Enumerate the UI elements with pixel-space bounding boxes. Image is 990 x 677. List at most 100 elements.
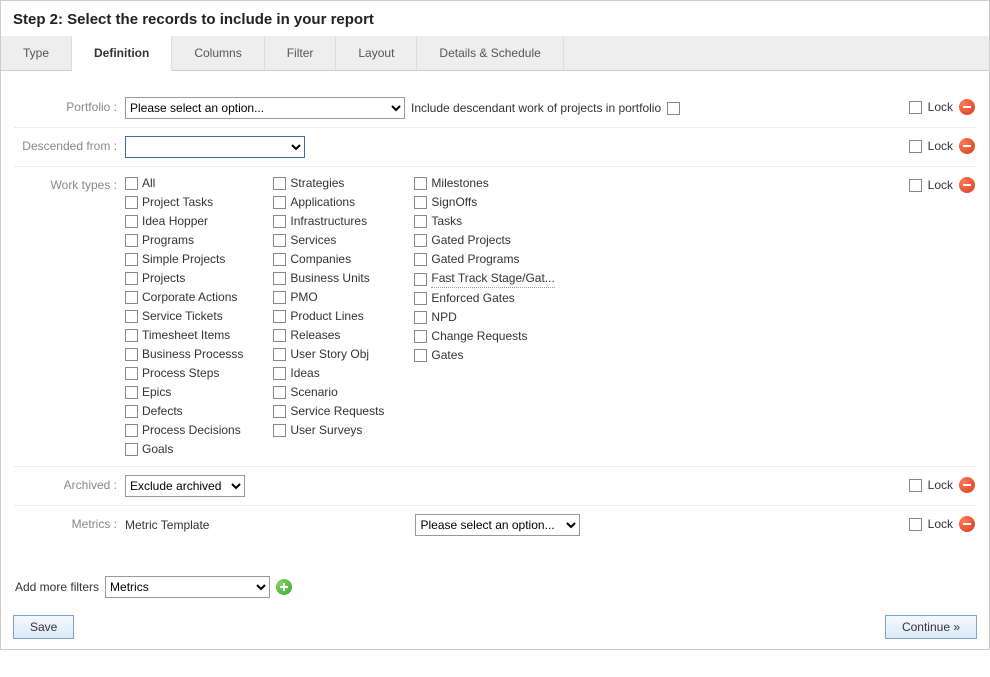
worktype-label: Enforced Gates bbox=[431, 290, 514, 307]
worktype-item: Gated Programs bbox=[414, 251, 554, 268]
lock-descended-label: Lock bbox=[928, 139, 953, 153]
tab-details-schedule[interactable]: Details & Schedule bbox=[417, 36, 563, 70]
label-worktypes: Work types : bbox=[15, 175, 125, 192]
worktype-checkbox[interactable] bbox=[273, 234, 286, 247]
add-filter-bar: Add more filters Metrics bbox=[1, 552, 989, 606]
worktype-checkbox[interactable] bbox=[125, 329, 138, 342]
worktype-checkbox[interactable] bbox=[414, 330, 427, 343]
worktype-checkbox[interactable] bbox=[125, 386, 138, 399]
include-descendant-checkbox[interactable] bbox=[667, 102, 680, 115]
add-filter-label: Add more filters bbox=[15, 580, 99, 594]
worktype-item: Corporate Actions bbox=[125, 289, 243, 306]
worktype-checkbox[interactable] bbox=[125, 272, 138, 285]
lock-descended-checkbox[interactable] bbox=[909, 140, 922, 153]
worktype-checkbox[interactable] bbox=[414, 273, 427, 286]
add-filter-select[interactable]: Metrics bbox=[105, 576, 270, 598]
worktype-label: Defects bbox=[142, 403, 183, 420]
worktype-checkbox[interactable] bbox=[125, 253, 138, 266]
add-icon[interactable] bbox=[276, 579, 292, 595]
worktype-label: Tasks bbox=[431, 213, 462, 230]
tab-bar: TypeDefinitionColumnsFilterLayoutDetails… bbox=[1, 36, 989, 71]
remove-icon[interactable] bbox=[959, 138, 975, 154]
worktype-checkbox[interactable] bbox=[125, 367, 138, 380]
worktype-checkbox[interactable] bbox=[273, 348, 286, 361]
remove-icon[interactable] bbox=[959, 99, 975, 115]
worktype-item: Programs bbox=[125, 232, 243, 249]
worktype-checkbox[interactable] bbox=[414, 292, 427, 305]
worktype-checkbox[interactable] bbox=[273, 329, 286, 342]
remove-icon[interactable] bbox=[959, 477, 975, 493]
worktype-checkbox[interactable] bbox=[273, 196, 286, 209]
worktype-checkbox[interactable] bbox=[414, 234, 427, 247]
tab-columns[interactable]: Columns bbox=[172, 36, 264, 70]
worktype-item: NPD bbox=[414, 309, 554, 326]
worktype-checkbox[interactable] bbox=[125, 424, 138, 437]
continue-button[interactable]: Continue » bbox=[885, 615, 977, 639]
row-metrics: Metrics : Metric Template Please select … bbox=[15, 506, 975, 544]
worktype-label: Milestones bbox=[431, 175, 488, 192]
tab-layout[interactable]: Layout bbox=[336, 36, 417, 70]
worktype-checkbox[interactable] bbox=[414, 196, 427, 209]
worktype-checkbox[interactable] bbox=[414, 349, 427, 362]
worktype-checkbox[interactable] bbox=[273, 310, 286, 323]
lock-metrics-checkbox[interactable] bbox=[909, 518, 922, 531]
archived-select[interactable]: Exclude archived bbox=[125, 475, 245, 497]
tab-definition[interactable]: Definition bbox=[72, 36, 172, 71]
lock-worktypes-checkbox[interactable] bbox=[909, 179, 922, 192]
worktype-checkbox[interactable] bbox=[414, 311, 427, 324]
worktype-checkbox[interactable] bbox=[125, 234, 138, 247]
worktype-label: Business Processs bbox=[142, 346, 243, 363]
label-portfolio: Portfolio : bbox=[15, 97, 125, 114]
remove-icon[interactable] bbox=[959, 177, 975, 193]
tab-type[interactable]: Type bbox=[1, 36, 72, 70]
worktype-item: Milestones bbox=[414, 175, 554, 192]
worktype-label: Idea Hopper bbox=[142, 213, 208, 230]
worktype-label: Gates bbox=[431, 347, 463, 364]
tab-filter[interactable]: Filter bbox=[265, 36, 337, 70]
worktype-label: User Surveys bbox=[290, 422, 362, 439]
label-metrics: Metrics : bbox=[15, 514, 125, 531]
right-worktypes: Lock bbox=[909, 175, 975, 193]
lock-archived-checkbox[interactable] bbox=[909, 479, 922, 492]
worktype-checkbox[interactable] bbox=[125, 443, 138, 456]
worktype-checkbox[interactable] bbox=[273, 291, 286, 304]
portfolio-select[interactable]: Please select an option... bbox=[125, 97, 405, 119]
right-metrics: Lock bbox=[909, 514, 975, 532]
worktype-checkbox[interactable] bbox=[273, 215, 286, 228]
save-button[interactable]: Save bbox=[13, 615, 74, 639]
worktype-item: Product Lines bbox=[273, 308, 384, 325]
worktype-checkbox[interactable] bbox=[273, 367, 286, 380]
worktype-label: Gated Programs bbox=[431, 251, 519, 268]
worktype-checkbox[interactable] bbox=[414, 177, 427, 190]
worktype-item: SignOffs bbox=[414, 194, 554, 211]
worktype-checkbox[interactable] bbox=[125, 310, 138, 323]
lock-portfolio-checkbox[interactable] bbox=[909, 101, 922, 114]
metric-template-select[interactable]: Please select an option... bbox=[415, 514, 580, 536]
remove-icon[interactable] bbox=[959, 516, 975, 532]
worktype-checkbox[interactable] bbox=[273, 177, 286, 190]
worktype-checkbox[interactable] bbox=[273, 386, 286, 399]
worktype-checkbox[interactable] bbox=[273, 405, 286, 418]
worktype-checkbox[interactable] bbox=[125, 215, 138, 228]
worktype-label: Corporate Actions bbox=[142, 289, 237, 306]
worktype-checkbox[interactable] bbox=[414, 215, 427, 228]
worktype-label: Projects bbox=[142, 270, 185, 287]
worktype-label: Product Lines bbox=[290, 308, 363, 325]
worktype-checkbox[interactable] bbox=[273, 272, 286, 285]
worktype-checkbox[interactable] bbox=[125, 348, 138, 361]
right-portfolio: Lock bbox=[909, 97, 975, 115]
worktype-checkbox[interactable] bbox=[273, 424, 286, 437]
lock-portfolio-label: Lock bbox=[928, 100, 953, 114]
worktype-checkbox[interactable] bbox=[125, 196, 138, 209]
worktype-label: Ideas bbox=[290, 365, 319, 382]
lock-archived-label: Lock bbox=[928, 478, 953, 492]
worktype-checkbox[interactable] bbox=[125, 291, 138, 304]
descended-select[interactable] bbox=[125, 136, 305, 158]
body-descended bbox=[125, 136, 909, 158]
worktype-checkbox[interactable] bbox=[125, 177, 138, 190]
worktype-checkbox[interactable] bbox=[273, 253, 286, 266]
worktype-checkbox[interactable] bbox=[125, 405, 138, 418]
worktype-item: Enforced Gates bbox=[414, 290, 554, 307]
worktype-label: Strategies bbox=[290, 175, 344, 192]
worktype-checkbox[interactable] bbox=[414, 253, 427, 266]
